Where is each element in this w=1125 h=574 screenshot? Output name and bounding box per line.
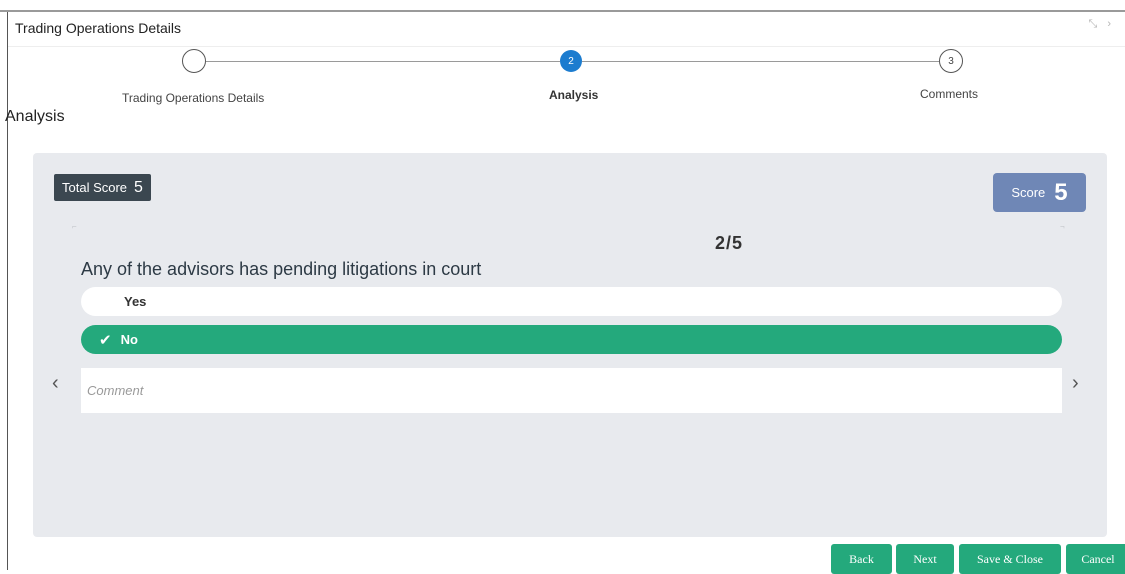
close-icon[interactable]: › xyxy=(1107,18,1121,30)
step-1-label[interactable]: Trading Operations Details xyxy=(122,91,264,105)
card-corner-mark: ¬ xyxy=(1060,222,1065,231)
step-3-circle[interactable]: 3 xyxy=(939,49,963,73)
next-question-arrow-icon[interactable]: › xyxy=(1072,372,1079,395)
question-counter: 2/5 xyxy=(715,233,744,253)
score-value: 5 xyxy=(1054,178,1068,206)
score-badge: Score 5 xyxy=(993,173,1086,212)
option-yes[interactable]: Yes xyxy=(81,287,1062,316)
window-controls: ⤡› xyxy=(1089,18,1121,31)
check-icon: ✔ xyxy=(99,331,112,349)
collapse-icon[interactable]: ⤡ xyxy=(1089,18,1108,30)
step-1-circle[interactable] xyxy=(182,49,206,73)
stepper-connector xyxy=(206,61,560,62)
step-2-circle[interactable]: 2 xyxy=(560,50,582,72)
title-divider xyxy=(8,46,1125,47)
total-score-label: Total Score xyxy=(62,180,128,195)
option-label: No xyxy=(120,332,138,347)
top-border xyxy=(0,10,1125,12)
comment-input[interactable] xyxy=(81,368,1062,413)
previous-question-arrow-icon[interactable]: ‹ xyxy=(52,372,59,395)
card-corner-mark: ⌐ xyxy=(72,222,77,231)
total-score-badge: Total Score 5 xyxy=(54,174,151,201)
total-score-value: 5 xyxy=(134,178,143,196)
question-text: Any of the advisors has pending litigati… xyxy=(81,259,482,279)
option-label: Yes xyxy=(124,294,147,309)
score-label: Score xyxy=(1011,185,1046,200)
step-2-label[interactable]: Analysis xyxy=(549,88,598,102)
left-border xyxy=(7,12,8,570)
window-title: Trading Operations Details xyxy=(15,20,182,36)
option-no[interactable]: ✔ No xyxy=(81,325,1062,354)
section-title: Analysis xyxy=(5,108,65,125)
stepper-connector xyxy=(582,61,939,62)
step-3-label[interactable]: Comments xyxy=(920,87,978,101)
